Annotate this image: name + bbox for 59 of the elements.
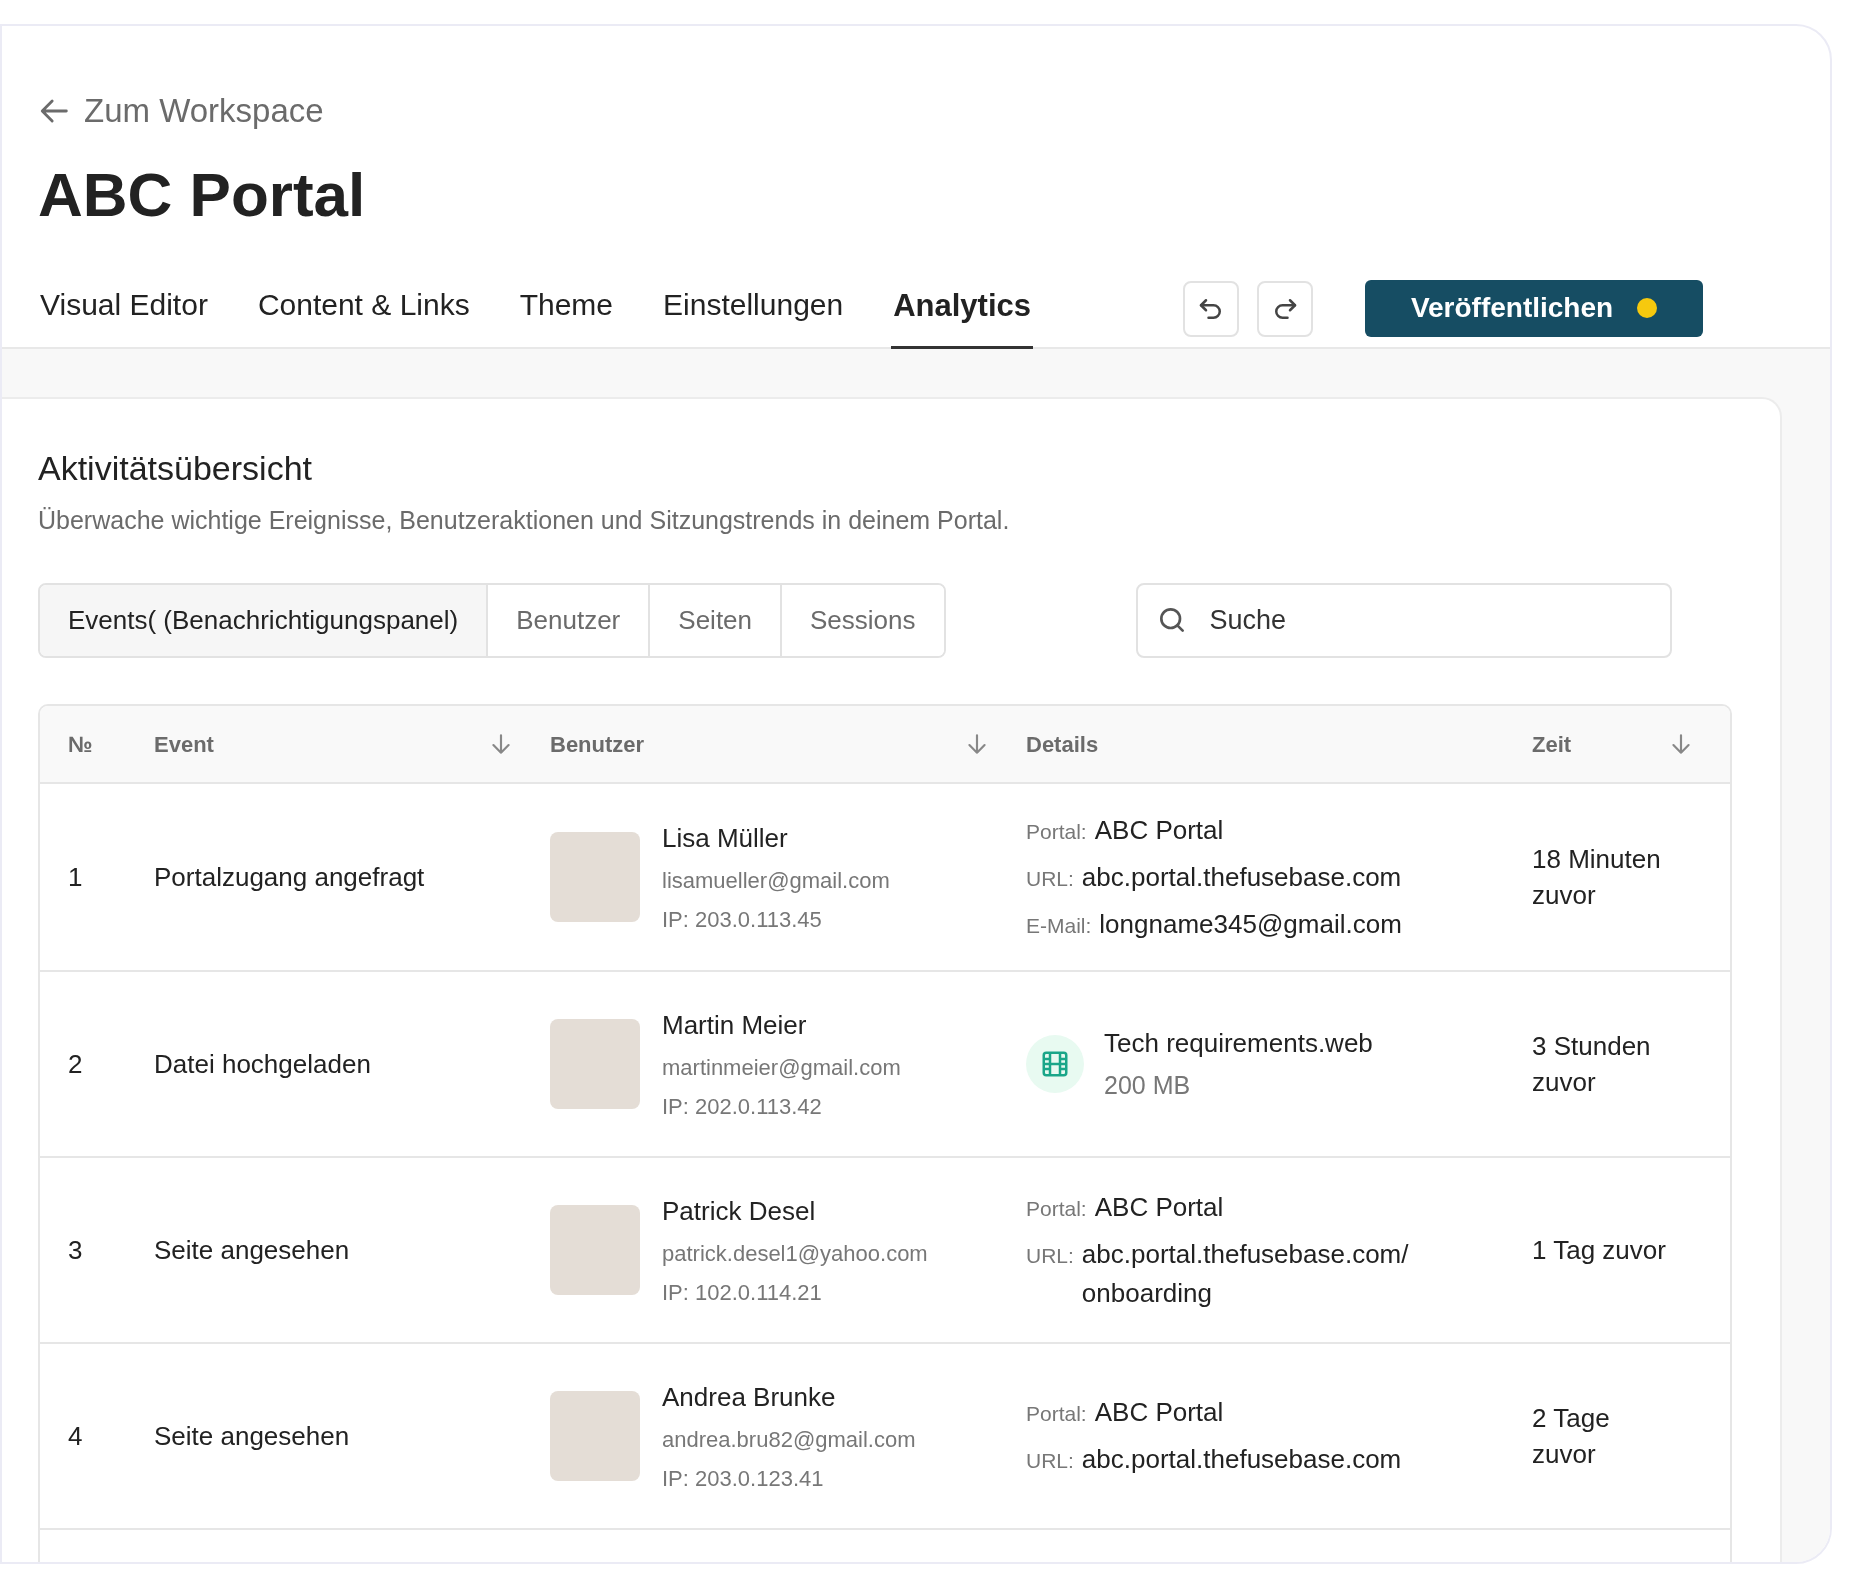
event-name: Seite angesehen — [154, 1420, 350, 1451]
event-name: Portalzugang angefragt — [154, 861, 425, 892]
detail-value: ABC Portal — [1094, 1190, 1225, 1224]
filter-tab[interactable]: Events( (Benachrichtigungspanel) — [40, 585, 487, 656]
row-number: 3 — [68, 1234, 83, 1265]
tab[interactable]: Einstellungen — [661, 279, 846, 347]
detail-value: longname345@gmail.com — [1099, 907, 1403, 941]
user-name: Andrea Brunke — [662, 1380, 837, 1414]
detail-value: ABC Portal — [1094, 1396, 1225, 1429]
event-time: 18 Minuten zuvor — [1532, 843, 1662, 912]
detail-label: URL: — [1026, 865, 1074, 892]
row-number: 1 — [68, 861, 83, 892]
redo-button[interactable] — [1257, 280, 1314, 337]
row-number: 2 — [68, 1048, 83, 1079]
user-ip: IP: 102.0.114.21 — [662, 1278, 823, 1307]
user-ip: IP: 203.0.113.45 — [662, 905, 823, 934]
file-name: Tech requirements.web — [1104, 1026, 1373, 1060]
detail-label: Portal: — [1026, 818, 1087, 845]
user-email: martinmeier@gmail.com — [662, 1053, 901, 1082]
event-time: 2 Tage zuvor — [1532, 1402, 1611, 1471]
detail-label: Portal: — [1026, 1195, 1087, 1222]
event-name: Seite angesehen — [154, 1234, 350, 1265]
row-number: 4 — [68, 1420, 83, 1451]
back-link[interactable]: Zum Workspace — [38, 86, 324, 136]
search-field[interactable]: Suche — [1135, 583, 1672, 658]
user-email: lisamueller@gmail.com — [662, 866, 890, 895]
detail-value: abc.portal.thefusebase.com — [1081, 860, 1403, 894]
detail-value: abc.portal.thefusebase.com/ onboarding — [1081, 1237, 1410, 1310]
section-title: Aktivitätsübersicht — [38, 447, 312, 489]
detail-value: ABC Portal — [1094, 813, 1225, 847]
user-name: Lisa Müller — [662, 821, 789, 855]
event-time: 3 Stunden zuvor — [1532, 1030, 1652, 1099]
publish-button[interactable]: Veröffentlichen — [1365, 279, 1704, 337]
event-time: 1 Tag zuvor — [1532, 1234, 1667, 1267]
detail-label: Portal: — [1026, 1401, 1087, 1427]
section-subtitle: Überwache wichtige Ereignisse, Benutzeraktionen und Sitzungstrends in deinem Portal. — [38, 504, 1010, 536]
detail-label: URL: — [1026, 1242, 1074, 1269]
column-header: Zeit — [1532, 730, 1572, 759]
column-header: Benutzer — [550, 730, 645, 759]
detail-value: abc.portal.thefusebase.com — [1081, 1443, 1403, 1476]
tab[interactable]: Theme — [517, 279, 616, 347]
undo-button[interactable] — [1183, 280, 1240, 337]
user-email: patrick.desel1@yahoo.com — [662, 1239, 928, 1268]
user-name: Patrick Desel — [662, 1194, 817, 1228]
detail-label: E-Mail: — [1026, 912, 1092, 939]
filter-tab[interactable]: Sessions — [780, 585, 944, 656]
detail-label: URL: — [1026, 1448, 1074, 1474]
page-title: ABC Portal — [38, 163, 366, 226]
tab[interactable]: Visual Editor — [38, 279, 210, 347]
column-header: № — [68, 730, 93, 759]
user-email: andrea.bru82@gmail.com — [662, 1425, 916, 1454]
user-name: Martin Meier — [662, 1008, 808, 1042]
file-size: 200 MB — [1104, 1069, 1192, 1101]
column-header: Details — [1026, 730, 1099, 759]
user-ip: IP: 202.0.113.42 — [662, 1092, 823, 1121]
tab[interactable]: Content & Links — [255, 279, 472, 347]
event-name: Datei hochgeladen — [154, 1048, 371, 1079]
user-ip: IP: 203.0.123.41 — [662, 1464, 825, 1493]
column-header: Event — [154, 730, 214, 759]
